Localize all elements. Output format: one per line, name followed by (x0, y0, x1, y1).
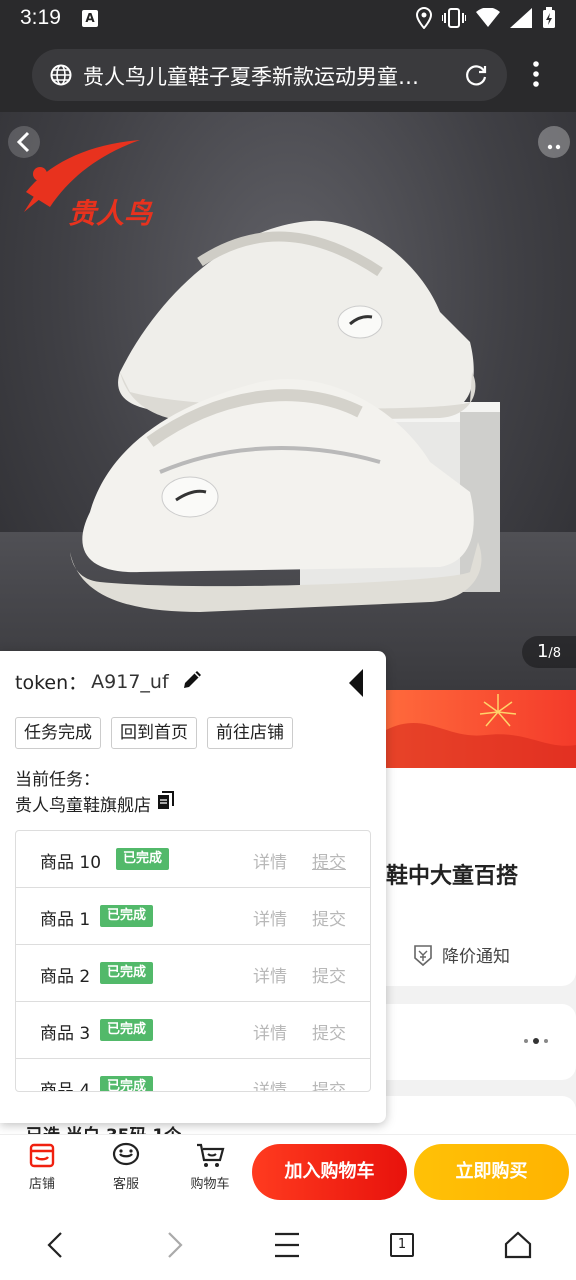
task-list[interactable]: 商品 10 已完成 详情 提交 商品 1 已完成 详情 提交 商品 2 已完成 … (15, 830, 371, 1092)
product-title: 鞋中大童百搭 (386, 864, 519, 889)
task-row: 商品 10 已完成 详情 提交 (16, 831, 370, 888)
task-row: 商品 2 已完成 详情 提交 (16, 945, 370, 1002)
status-badge: 已完成 (100, 905, 154, 927)
task-submit-link[interactable]: 提交 (312, 1076, 346, 1091)
task-product: 商品 2 (40, 967, 91, 987)
price-notify-label: 降价通知 (442, 947, 510, 967)
price-notify-icon (414, 944, 432, 966)
go-store-button[interactable]: 前往店铺 (207, 717, 293, 749)
current-task-row: 贵人鸟童鞋旗舰店 (15, 791, 175, 816)
collapse-icon[interactable] (347, 668, 365, 702)
task-row: 商品 1 已完成 详情 提交 (16, 888, 370, 945)
store-label: 店铺 (28, 1177, 55, 1192)
action-bar: 店铺 客服 购物车 加入购物车 立即购买 (0, 1134, 576, 1210)
notification-icon: A (82, 10, 98, 27)
status-bar: 3:19 A (0, 0, 576, 38)
task-row: 商品 4 已完成 详情 提交 (16, 1059, 370, 1092)
task-detail-link[interactable]: 详情 (253, 1076, 287, 1091)
service-button[interactable]: 客服 (96, 1141, 156, 1192)
globe-icon (50, 64, 72, 90)
store-button[interactable]: 店铺 (12, 1141, 72, 1192)
buy-now-button[interactable]: 立即购买 (414, 1144, 569, 1200)
brand-name: 贵人鸟 (68, 197, 153, 230)
nav-forward-icon[interactable] (162, 1230, 186, 1260)
nav-tabs-icon[interactable]: 1 (390, 1233, 414, 1257)
status-badge: 已完成 (100, 962, 154, 984)
cart-button[interactable]: 购物车 (180, 1141, 240, 1192)
spec-card[interactable] (360, 1004, 576, 1080)
store-icon (29, 1143, 55, 1168)
address-bar[interactable]: 贵人鸟儿童鞋子夏季新款运动男童… (32, 49, 507, 101)
browser-nav-bar: 1 (0, 1210, 576, 1280)
task-product: 商品 1 (40, 910, 91, 930)
product-image-carousel[interactable]: 贵人鸟 1/8 (0, 112, 576, 690)
service-label: 客服 (112, 1177, 139, 1192)
task-submit-link[interactable]: 提交 (312, 962, 346, 987)
task-detail-link[interactable]: 详情 (253, 848, 287, 873)
browser-toolbar: 贵人鸟儿童鞋子夏季新款运动男童… (0, 38, 576, 112)
task-detail-link[interactable]: 详情 (253, 962, 287, 987)
task-submit-link[interactable]: 提交 (312, 905, 346, 930)
status-time: 3:19 (20, 6, 61, 29)
product-info-card: 鞋中大童百搭 降价通知 (360, 768, 576, 986)
copy-icon[interactable] (157, 791, 175, 816)
status-badge: 已完成 (100, 1019, 154, 1041)
status-icons (415, 6, 556, 33)
more-icon (547, 144, 561, 150)
brand-logo: 贵人鸟 (20, 132, 190, 236)
image-counter: 1/8 (522, 636, 576, 668)
nav-menu-icon[interactable] (274, 1230, 300, 1260)
token-value: A917_uf (91, 670, 169, 693)
vibrate-icon (441, 7, 467, 33)
add-to-cart-button[interactable]: 加入购物车 (252, 1144, 407, 1200)
cart-label: 购物车 (190, 1177, 230, 1192)
task-submit-link[interactable]: 提交 (312, 1019, 346, 1044)
token-row: token： A917_uf (15, 667, 205, 696)
status-badge: 已完成 (100, 1076, 154, 1091)
status-badge: 已完成 (116, 848, 170, 870)
location-icon (415, 6, 433, 33)
image-counter-total: /8 (548, 646, 562, 661)
nav-back-icon[interactable] (44, 1230, 68, 1260)
promo-banner (386, 690, 576, 768)
image-more-button[interactable] (538, 126, 570, 158)
address-text[interactable]: 贵人鸟儿童鞋子夏季新款运动男童… (83, 61, 453, 91)
token-label: token： (15, 672, 88, 694)
task-product: 商品 4 (40, 1081, 91, 1092)
cart-icon (197, 1143, 225, 1167)
signal-icon (510, 8, 532, 32)
task-panel: token： A917_uf 任务完成 回到首页 前往店铺 当前任务： 贵人鸟童… (0, 651, 386, 1123)
current-task-label: 当前任务： (15, 770, 100, 790)
spec-dots-icon (524, 1038, 548, 1044)
task-complete-button[interactable]: 任务完成 (15, 717, 101, 749)
nav-home-icon[interactable] (504, 1230, 532, 1260)
service-icon (112, 1142, 140, 1166)
task-detail-link[interactable]: 详情 (253, 1019, 287, 1044)
price-notify-button[interactable]: 降价通知 (412, 942, 510, 967)
overflow-menu-icon[interactable] (524, 60, 548, 92)
task-detail-link[interactable]: 详情 (253, 905, 287, 930)
edit-icon[interactable] (181, 667, 205, 696)
battery-icon (542, 7, 556, 33)
panel-button-group: 任务完成 回到首页 前往店铺 (15, 717, 293, 749)
wifi-icon (476, 7, 500, 32)
task-row: 商品 3 已完成 详情 提交 (16, 1002, 370, 1059)
task-product: 商品 10 (40, 853, 102, 873)
task-submit-link[interactable]: 提交 (312, 848, 346, 873)
reload-icon[interactable] (463, 63, 489, 93)
back-home-button[interactable]: 回到首页 (111, 717, 197, 749)
image-counter-current: 1 (536, 641, 549, 662)
current-task-name: 贵人鸟童鞋旗舰店 (15, 796, 151, 816)
task-product: 商品 3 (40, 1024, 91, 1044)
